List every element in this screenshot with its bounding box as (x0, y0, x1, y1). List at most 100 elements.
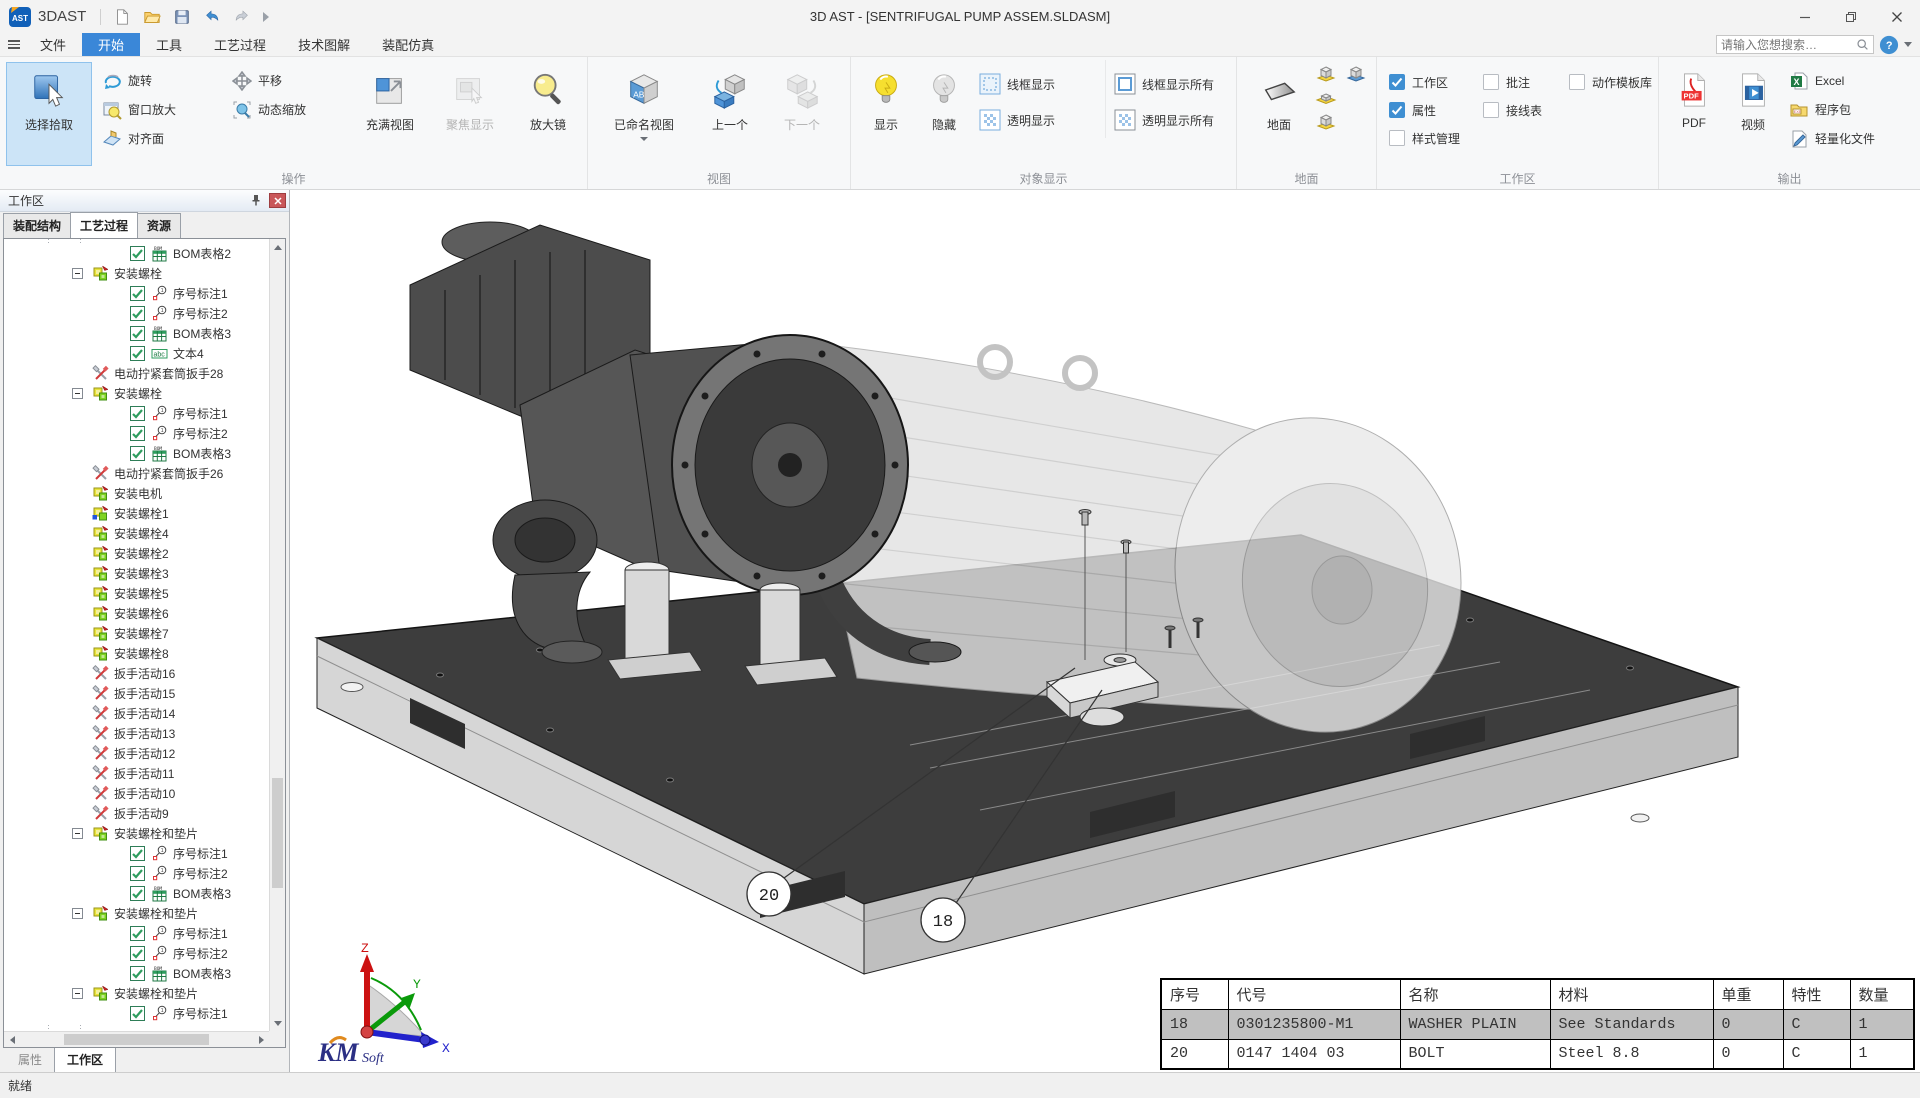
scroll-down-icon[interactable] (270, 1015, 286, 1031)
tree-expander-icon[interactable] (72, 908, 83, 919)
tree-item[interactable]: abc文本4 (4, 343, 269, 363)
bom-table[interactable]: 序号代号名称材料单重特性数量 180301235800-M1WASHER PLA… (1160, 978, 1915, 1070)
scroll-right-icon[interactable] (253, 1032, 269, 1048)
tree-item[interactable]: 扳手活动16 (4, 663, 269, 683)
checkbox-工作区[interactable]: 工作区 (1389, 68, 1483, 96)
bom-row[interactable]: 180301235800-M1WASHER PLAINSee Standards… (1161, 1009, 1914, 1039)
tree-item[interactable]: 扳手活动12 (4, 743, 269, 763)
checkbox-接线表[interactable]: 接线表 (1483, 96, 1569, 124)
tree-item[interactable]: 安装螺栓 (4, 263, 269, 283)
scrollbar-thumb[interactable] (272, 778, 283, 888)
quick-access-more-icon[interactable] (263, 12, 269, 22)
wireframe-display-button[interactable]: 线框显示 (979, 66, 1105, 102)
align-face-button[interactable]: 对齐面 (102, 124, 232, 153)
tab-assembly-structure[interactable]: 装配结构 (3, 213, 71, 238)
checkbox-unchecked-icon[interactable] (1389, 130, 1405, 146)
previous-view-button[interactable]: 上一个 (694, 62, 766, 166)
checkbox-checked-icon[interactable] (130, 846, 145, 861)
panel-close-button[interactable] (269, 193, 286, 208)
tree-item[interactable]: BOMBOM表格3 (4, 323, 269, 343)
restore-button[interactable] (1828, 0, 1874, 33)
tree-item[interactable]: 安装螺栓1 (4, 503, 269, 523)
checkbox-checked-icon[interactable] (130, 886, 145, 901)
export-pdf-button[interactable]: PDF PDF (1665, 62, 1723, 166)
checkbox-样式管理[interactable]: 样式管理 (1389, 124, 1483, 152)
checkbox-checked-icon[interactable] (130, 926, 145, 941)
scroll-up-icon[interactable] (270, 239, 286, 255)
search-input[interactable] (1721, 38, 1856, 52)
tree-item[interactable]: 扳手活动13 (4, 723, 269, 743)
ground-cube-flat-icon[interactable] (1315, 88, 1337, 108)
magnifier-button[interactable]: 放大镜 (510, 62, 586, 166)
pin-icon[interactable] (249, 193, 265, 209)
checkbox-checked-icon[interactable] (130, 426, 145, 441)
ground-button[interactable]: 地面 (1243, 62, 1315, 166)
checkbox-checked-icon[interactable] (130, 1006, 145, 1021)
tree-item[interactable]: 扳手活动14 (4, 703, 269, 723)
focus-display-button[interactable]: 聚焦显示 (430, 62, 510, 166)
checkbox-checked-icon[interactable] (130, 346, 145, 361)
checkbox-unchecked-icon[interactable] (1483, 102, 1499, 118)
horizontal-scrollbar[interactable] (4, 1031, 269, 1047)
close-button[interactable] (1874, 0, 1920, 33)
pan-button[interactable]: 平移 (232, 66, 350, 95)
checkbox-checked-icon[interactable] (1389, 74, 1405, 90)
tab-file[interactable]: 文件 (24, 33, 82, 56)
tree-item[interactable]: 1序号标注2 (4, 863, 269, 883)
hide-button[interactable]: 隐藏 (915, 62, 973, 166)
checkbox-checked-icon[interactable] (130, 406, 145, 421)
checkbox-checked-icon[interactable] (130, 446, 145, 461)
help-button[interactable]: ? (1879, 35, 1899, 55)
search-box[interactable] (1716, 35, 1874, 54)
checkbox-checked-icon[interactable] (130, 286, 145, 301)
checkbox-checked-icon[interactable] (130, 966, 145, 981)
tree-item[interactable]: BOMBOM表格3 (4, 443, 269, 463)
tree-item[interactable]: 1序号标注2 (4, 423, 269, 443)
tree-item[interactable]: 安装螺栓和垫片 (4, 983, 269, 1003)
tree-item[interactable]: 1序号标注2 (4, 303, 269, 323)
dynamic-zoom-button[interactable]: 动态缩放 (232, 95, 350, 124)
export-light-file-button[interactable]: 轻量化文件 (1789, 124, 1875, 153)
ground-cube-icon[interactable] (1315, 112, 1337, 132)
scroll-left-icon[interactable] (4, 1032, 20, 1048)
checkbox-checked-icon[interactable] (1389, 102, 1405, 118)
tree-expander-icon[interactable] (72, 268, 83, 279)
export-video-button[interactable]: 视频 (1723, 62, 1783, 166)
export-package-button[interactable]: EXE程序包 (1789, 95, 1875, 124)
tree-expander-icon[interactable] (72, 828, 83, 839)
undo-button[interactable] (199, 5, 225, 29)
scrollbar-thumb[interactable] (64, 1034, 209, 1045)
tab-process[interactable]: 工艺过程 (198, 33, 282, 56)
save-button[interactable] (169, 5, 195, 29)
tree-item[interactable]: 1序号标注1 (4, 403, 269, 423)
tree-item[interactable]: 扳手活动9 (4, 803, 269, 823)
tree-item[interactable]: 安装螺栓和垫片 (4, 903, 269, 923)
tab-resources[interactable]: 资源 (137, 213, 181, 238)
tab-home[interactable]: 开始 (82, 33, 140, 56)
window-zoom-button[interactable]: 窗口放大 (102, 95, 232, 124)
vertical-scrollbar[interactable] (269, 239, 285, 1031)
tree-item[interactable]: 安装螺栓和垫片 (4, 823, 269, 843)
export-excel-button[interactable]: XExcel (1789, 66, 1875, 95)
tree-item[interactable]: 安装电机 (4, 483, 269, 503)
tree-item[interactable]: 安装螺栓7 (4, 623, 269, 643)
checkbox-checked-icon[interactable] (130, 246, 145, 261)
next-view-button[interactable]: 下一个 (766, 62, 838, 166)
open-file-button[interactable] (139, 5, 165, 29)
tree-item[interactable]: 电动拧紧套筒扳手26 (4, 463, 269, 483)
tree-item[interactable]: 电动拧紧套筒扳手28 (4, 363, 269, 383)
checkbox-属性[interactable]: 属性 (1389, 96, 1483, 124)
tree-item[interactable]: 安装螺栓 (4, 383, 269, 403)
tab-assembly-simulation[interactable]: 装配仿真 (366, 33, 450, 56)
new-document-button[interactable] (109, 5, 135, 29)
tree-item[interactable]: 1序号标注1 (4, 843, 269, 863)
rotate-button[interactable]: 旋转 (102, 66, 232, 95)
tab-tech-illustration[interactable]: 技术图解 (282, 33, 366, 56)
menu-icon[interactable] (4, 33, 24, 56)
checkbox-批注[interactable]: 批注 (1483, 68, 1569, 96)
checkbox-checked-icon[interactable] (130, 326, 145, 341)
tree-item[interactable]: 安装螺栓2 (4, 543, 269, 563)
checkbox-unchecked-icon[interactable] (1569, 74, 1585, 90)
checkbox-checked-icon[interactable] (130, 866, 145, 881)
tree-expander-icon[interactable] (72, 988, 83, 999)
